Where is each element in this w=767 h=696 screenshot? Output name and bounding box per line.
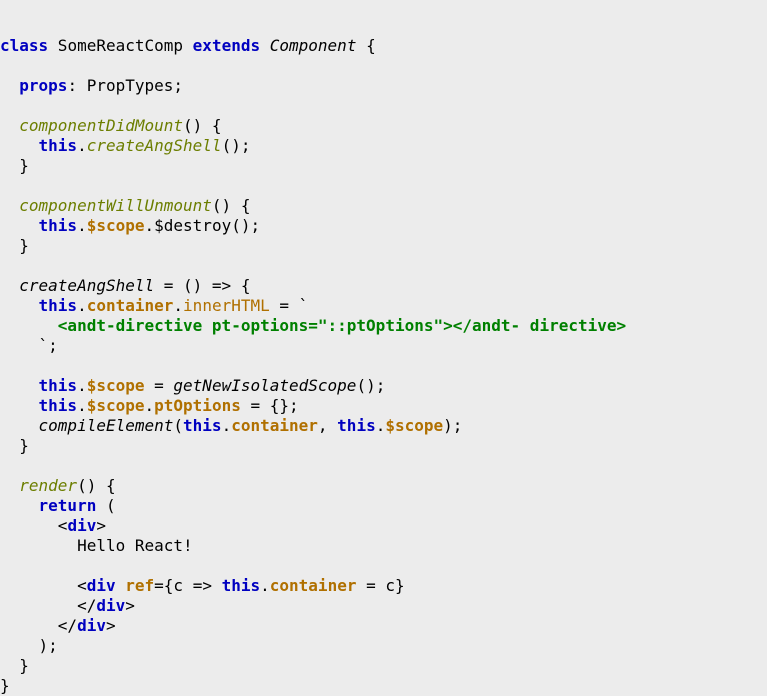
method-cdm: componentDidMount (19, 116, 183, 135)
class-name: SomeReactComp (48, 36, 193, 55)
props-decl: props (19, 76, 67, 95)
keyword-extends: extends (193, 36, 260, 55)
method-cwu: componentWillUnmount (19, 196, 212, 215)
method-createangshell: createAngShell (19, 276, 154, 295)
template-literal: <andt-directive pt-options="::ptOptions"… (0, 316, 626, 335)
code-block: class SomeReactComp extends Component { … (0, 0, 767, 696)
keyword-class: class (0, 36, 48, 55)
superclass: Component (270, 36, 357, 55)
jsx-text: Hello React! (0, 536, 193, 555)
method-render: render (19, 476, 77, 495)
